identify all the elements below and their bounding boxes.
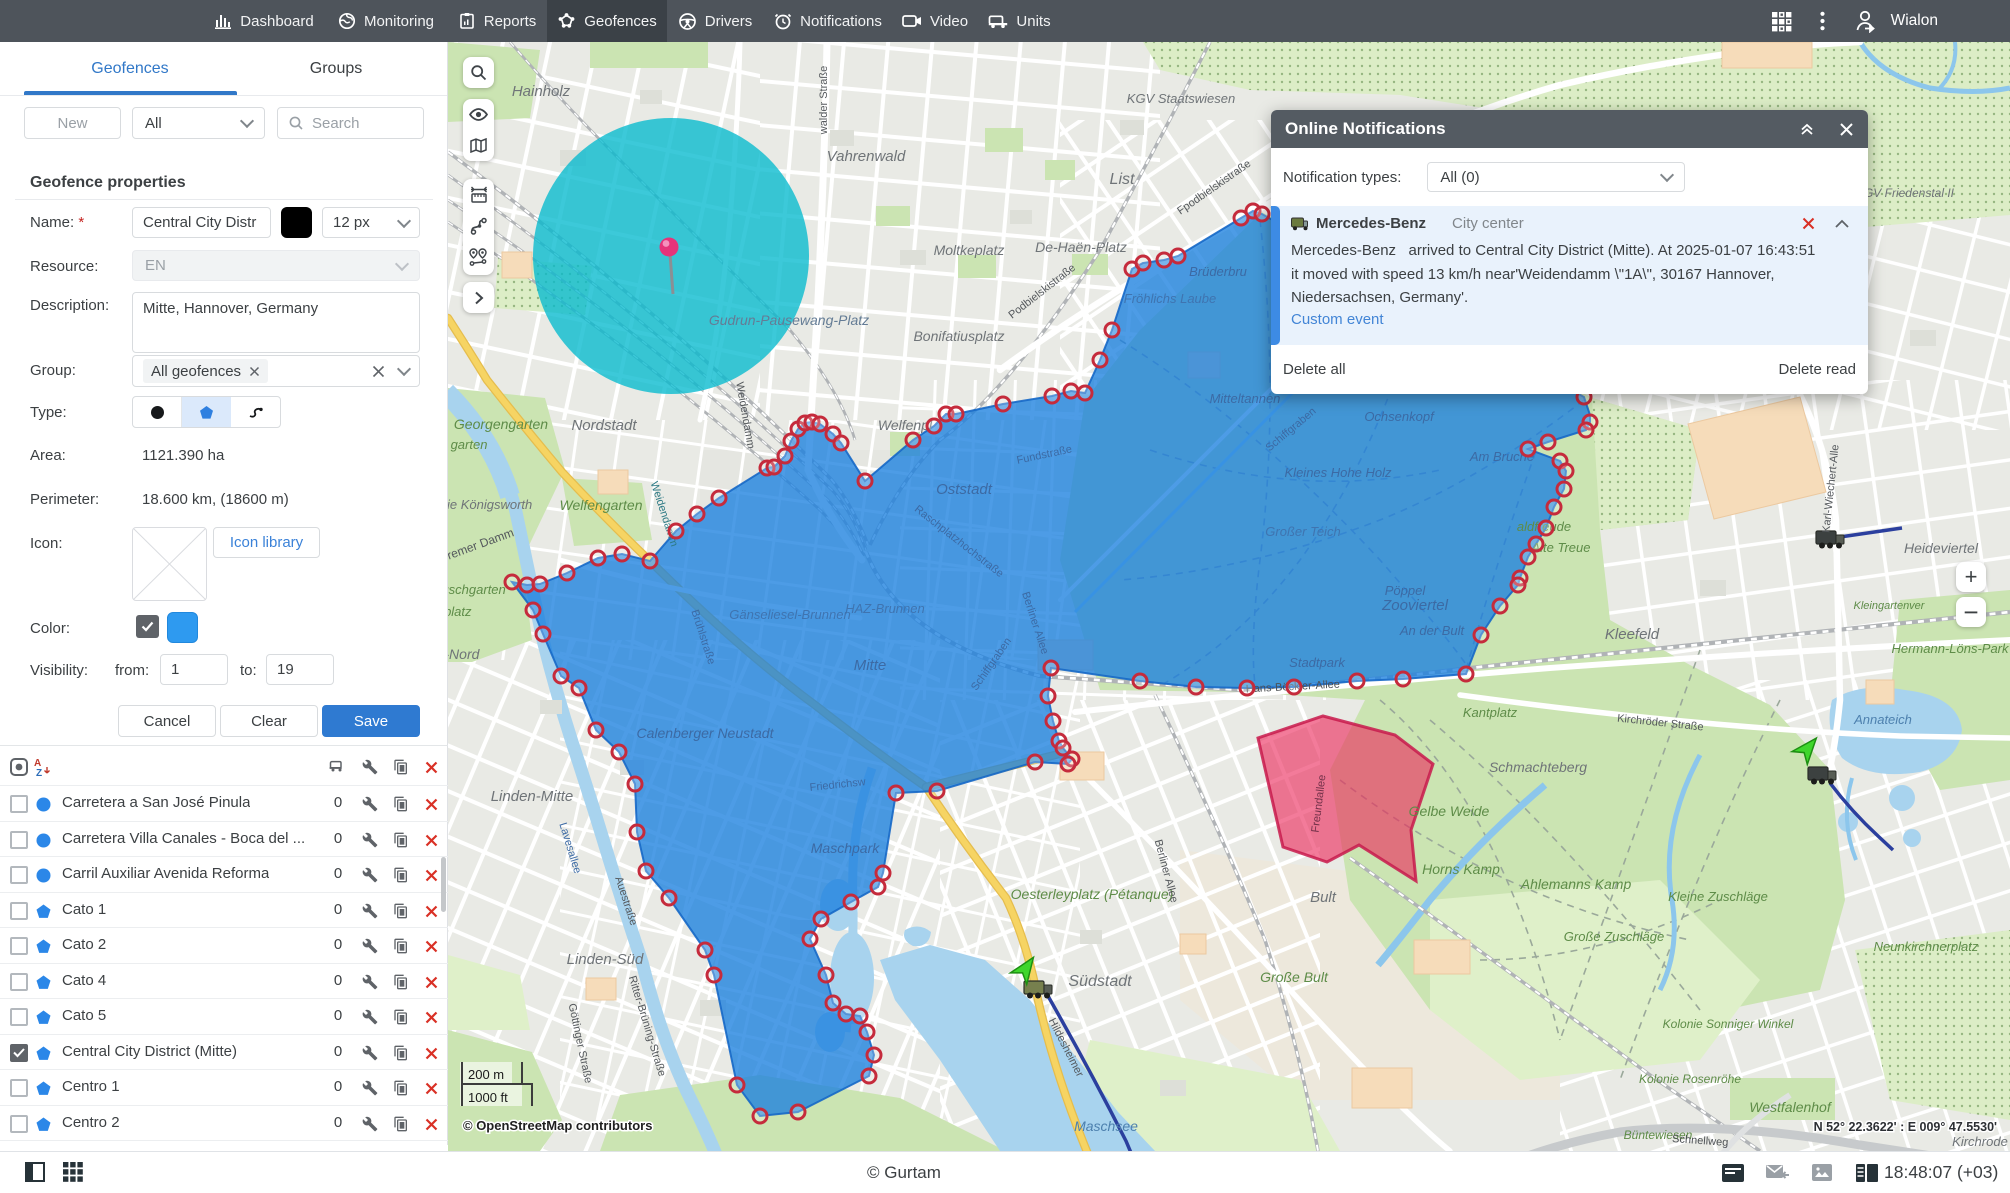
svg-text:Oststadt: Oststadt (936, 481, 993, 498)
svg-text:Gudrun-Pausewang-Platz: Gudrun-Pausewang-Platz (709, 312, 869, 328)
svg-text:Ochsenkopf: Ochsenkopf (1364, 409, 1435, 424)
svg-text:Heideviertel: Heideviertel (1904, 540, 1979, 556)
svg-text:Große Bult: Große Bult (1260, 969, 1329, 985)
svg-text:garten: garten (451, 437, 488, 452)
svg-text:Moltkeplatz: Moltkeplatz (934, 242, 1005, 258)
svg-text:Maschpark: Maschpark (811, 840, 880, 856)
svg-text:Bonifatiusplatz: Bonifatiusplatz (913, 328, 1004, 344)
svg-text:1000 ft: 1000 ft (468, 1090, 508, 1105)
svg-text:Südstadt: Südstadt (1068, 973, 1132, 990)
svg-text:Linden-Süd: Linden-Süd (567, 951, 644, 968)
svg-text:buschgarten: buschgarten (448, 582, 506, 597)
svg-text:Linden-Mitte: Linden-Mitte (491, 788, 574, 805)
svg-text:Hermann-Löns-Park: Hermann-Löns-Park (1891, 641, 2010, 656)
svg-text:Westfalenhof: Westfalenhof (1749, 1099, 1833, 1115)
svg-text:Kirchrode: Kirchrode (1952, 1134, 2008, 1149)
svg-text:HAZ-Brunnen: HAZ-Brunnen (845, 601, 924, 616)
svg-text:Kleefeld: Kleefeld (1605, 626, 1660, 643)
svg-text:© OpenStreetMap contributors: © OpenStreetMap contributors (463, 1118, 652, 1133)
svg-text:Annateich: Annateich (1853, 712, 1912, 727)
svg-text:Horns Kamp: Horns Kamp (1422, 861, 1500, 877)
svg-text:Kleine Zuschläge: Kleine Zuschläge (1668, 889, 1768, 904)
svg-text:Gelbe Weide: Gelbe Weide (1409, 803, 1490, 819)
svg-text:Welfenpl: Welfenpl (878, 417, 933, 433)
svg-text:Nordstadt: Nordstadt (571, 417, 637, 434)
svg-text:Stadtpark: Stadtpark (1289, 655, 1346, 670)
svg-text:Neunkirchnerplatz: Neunkirchnerplatz (1874, 939, 1979, 954)
svg-text:Gänseliesel-Brunnen: Gänseliesel-Brunnen (729, 607, 850, 622)
svg-text:Zooviertel: Zooviertel (1381, 597, 1449, 614)
svg-text:Mitteltannen: Mitteltannen (1210, 391, 1281, 406)
svg-text:Calenberger Neustadt: Calenberger Neustadt (637, 725, 775, 741)
svg-text:Maschsee: Maschsee (1074, 1118, 1138, 1134)
svg-text:Ahlemanns Kamp: Ahlemanns Kamp (1520, 876, 1632, 892)
svg-text:n-Nord: n-Nord (448, 646, 481, 662)
svg-text:Z: Z (36, 768, 42, 777)
svg-text:nie Königsworth: nie Königsworth (448, 497, 532, 512)
svg-text:walder Straße: walder Straße (818, 66, 830, 135)
svg-text:Großer Teich: Großer Teich (1265, 524, 1340, 539)
svg-text:Schmachteberg: Schmachteberg (1489, 759, 1587, 775)
svg-text:An der Bult: An der Bult (1399, 623, 1466, 638)
svg-text:KGV Staatswiesen: KGV Staatswiesen (1127, 91, 1235, 106)
svg-text:200 m: 200 m (468, 1067, 504, 1082)
svg-text:Fröhlichs Laube: Fröhlichs Laube (1124, 291, 1217, 306)
svg-text:Welfengarten: Welfengarten (559, 497, 642, 513)
svg-text:Pöppel: Pöppel (1385, 583, 1427, 598)
svg-text:Georgengarten: Georgengarten (454, 416, 548, 432)
svg-text:Kantplatz: Kantplatz (1463, 705, 1518, 720)
svg-text:Vahrenwald: Vahrenwald (827, 148, 906, 165)
svg-text:Kleines Hohe Holz: Kleines Hohe Holz (1285, 465, 1392, 480)
svg-text:N 52° 22.3622' : E 009° 47.553: N 52° 22.3622' : E 009° 47.5530' (1814, 1120, 1997, 1134)
svg-text:Oesterleyplatz (Pétanque): Oesterleyplatz (Pétanque) (1011, 886, 1174, 902)
svg-text:Kolonie Rosenröhe: Kolonie Rosenröhe (1639, 1072, 1741, 1086)
svg-text:List: List (1110, 171, 1135, 188)
svg-text:Mitte: Mitte (854, 657, 887, 674)
svg-text:De-Haën-Platz: De-Haën-Platz (1035, 239, 1127, 255)
svg-text:Große Zuschläge: Große Zuschläge (1564, 929, 1664, 944)
svg-text:KGV Friedenstal II: KGV Friedenstal II (1856, 186, 1955, 200)
svg-text:Hainholz: Hainholz (512, 83, 571, 100)
svg-text:Kleingartenver: Kleingartenver (1854, 600, 1926, 612)
svg-text:tplatz: tplatz (448, 604, 472, 619)
svg-text:Brüderbru: Brüderbru (1189, 264, 1247, 279)
svg-text:Bult: Bult (1310, 889, 1337, 906)
svg-text:Kolonie Sonniger Winkel: Kolonie Sonniger Winkel (1663, 1017, 1794, 1031)
